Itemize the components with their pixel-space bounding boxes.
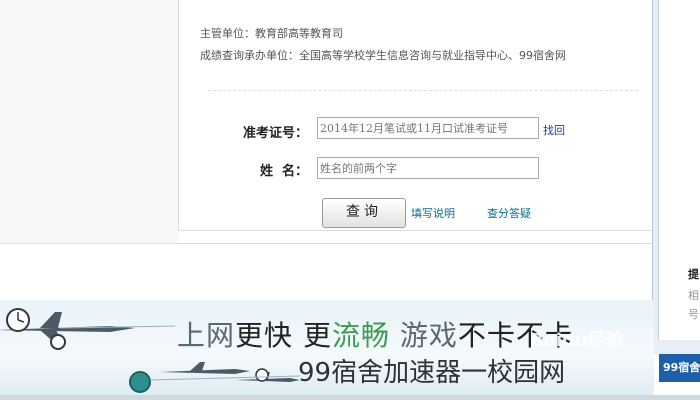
find-ticket-link[interactable]: 找回 <box>543 122 565 138</box>
side-popup-line: 号 <box>688 308 699 321</box>
name-input[interactable] <box>317 157 539 179</box>
side-popup-tab[interactable]: 99宿舍 <box>659 354 700 382</box>
authority-text: 主管单位：教育部高等教育司 <box>200 27 343 40</box>
section-divider <box>0 243 654 244</box>
banner-word: 流畅 <box>331 319 390 352</box>
fill-instructions-link[interactable]: 填写说明 <box>411 205 455 221</box>
side-popup-line: 相 <box>688 289 699 302</box>
banner-slogan-line2: 99宿舍加速器一校园网 <box>298 358 566 388</box>
banner-word: 上网 <box>177 319 236 352</box>
divider <box>208 90 638 91</box>
ticket-label: 准考证号： <box>242 126 308 141</box>
banner-word: 更快 <box>235 319 294 352</box>
watermark: Baidu经验 <box>530 330 624 351</box>
bottom-border <box>0 395 700 400</box>
query-button[interactable]: 查询 <box>322 198 406 228</box>
side-popup-heading: 提 <box>688 268 699 281</box>
score-faq-link[interactable]: 查分答疑 <box>487 205 531 221</box>
banner-slogan-line1: 上网更快 更流畅 游戏不卡不卡 <box>177 314 574 354</box>
banner-word: 更 <box>302 319 332 352</box>
organizer-text: 成绩查询承办单位：全国高等学校学生信息咨询与就业指导中心、99宿舍网 <box>200 49 566 62</box>
ad-banner[interactable]: 上网更快 更流畅 游戏不卡不卡 99宿舍加速器一校园网 Baidu经验 <box>0 300 654 400</box>
left-background <box>0 0 178 243</box>
name-label: 姓 名： <box>259 164 308 179</box>
ticket-number-input[interactable] <box>317 117 539 139</box>
banner-word: 游戏 <box>399 319 458 352</box>
